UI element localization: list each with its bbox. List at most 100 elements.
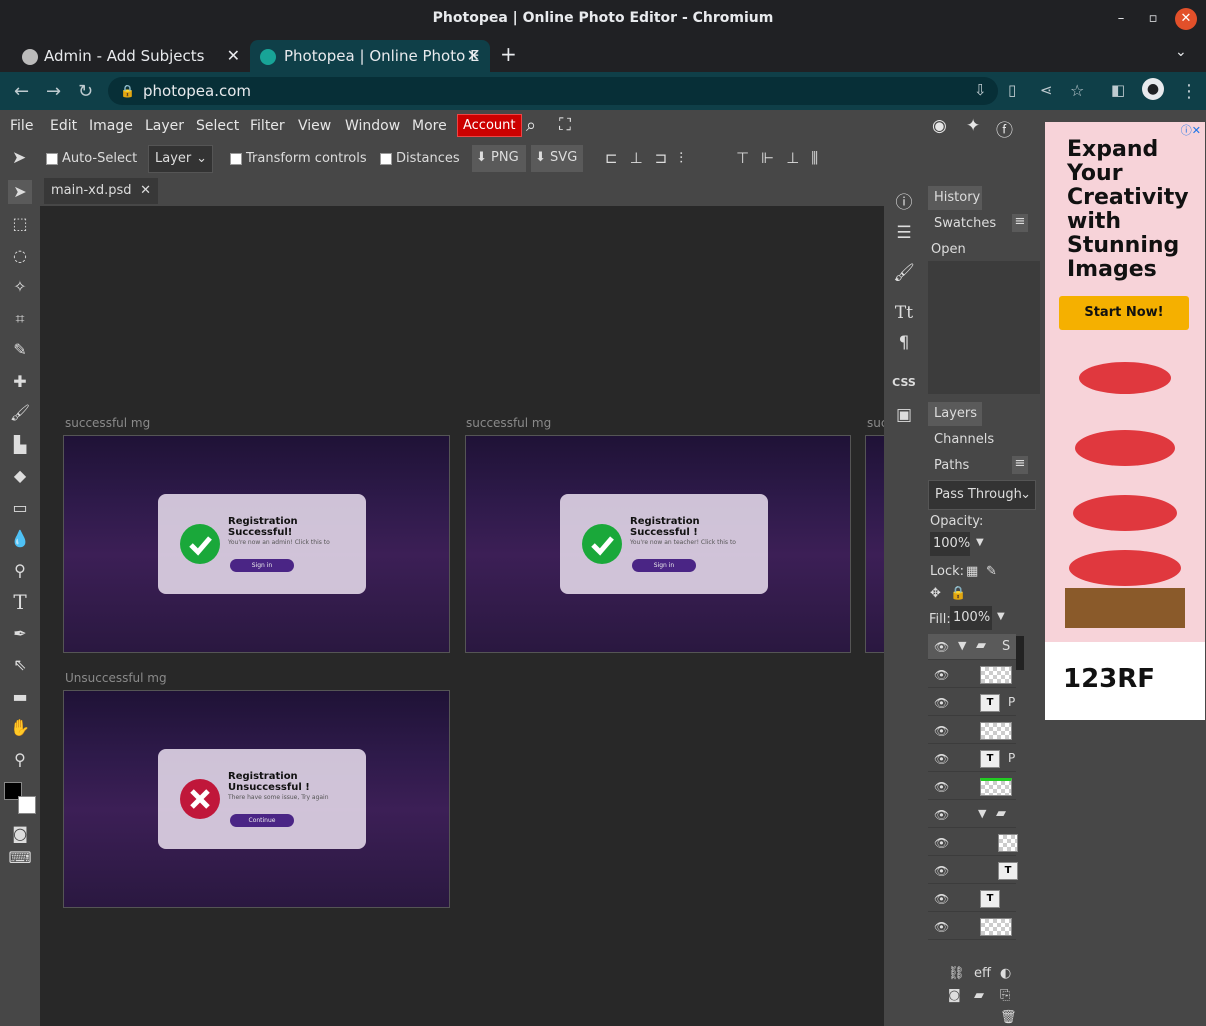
layer-row[interactable]: 👁 [928,662,1016,688]
auto-select-checkbox[interactable] [46,153,58,165]
pen-tool-icon[interactable]: ✒ [8,622,32,646]
search-icon[interactable]: ⌕ [526,115,536,136]
distances-checkbox[interactable] [380,153,392,165]
back-icon[interactable]: ← [14,81,29,102]
lock-all-icon[interactable]: 🔒 [950,586,966,601]
eye-icon[interactable]: 👁 [934,808,949,822]
menu-view[interactable]: View [298,118,331,134]
lock-transparency-icon[interactable]: ▦ [966,564,978,579]
marquee-tool-icon[interactable]: ⬚ [8,212,32,236]
menu-layer[interactable]: Layer [145,118,184,134]
trash-icon[interactable]: 🗑 [1000,1010,1017,1025]
install-icon[interactable]: ⇩ [974,81,987,99]
crop-tool-icon[interactable]: ⌗ [8,307,32,331]
panel-menu-icon[interactable]: ≡ [1012,456,1028,474]
eraser-tool-icon[interactable]: ◆ [8,464,32,488]
fill-dropdown-icon[interactable]: ▼ [997,611,1005,622]
healing-brush-icon[interactable]: ✚ [8,370,32,394]
tab-search-icon[interactable]: ⌄ [1175,44,1187,60]
effects-icon[interactable]: eff [974,966,991,981]
rectangle-tool-icon[interactable]: ▬ [8,685,32,709]
path-select-icon[interactable]: ⇖ [8,653,32,677]
eye-icon[interactable]: 👁 [934,640,949,654]
lasso-tool-icon[interactable]: ◌ [8,244,32,268]
layer-row[interactable]: 👁 [928,914,1016,940]
adjustments-icon[interactable]: ☰ [884,218,924,248]
background-color[interactable] [18,796,36,814]
tab-paths[interactable]: Paths [928,454,1024,478]
move-tool-icon[interactable]: ➤ [8,180,32,204]
quick-mask-icon[interactable]: ◙ [8,822,32,846]
expand-icon[interactable]: ▼ [958,639,966,652]
layer-subgroup[interactable]: 👁 ▼ ▰ [928,802,1016,828]
opacity-field[interactable]: 100% [930,532,970,556]
eye-icon[interactable]: 👁 [934,668,949,682]
url-field[interactable]: 🔒 photopea.com [108,77,998,105]
transform-controls-checkbox[interactable] [230,153,242,165]
expand-icon[interactable]: ▼ [978,807,986,820]
menu-image[interactable]: Image [89,118,133,134]
panel-menu-icon[interactable]: ≡ [1012,214,1028,232]
tab-admin[interactable]: Admin - Add Subjects ✕ [22,40,250,72]
reddit-icon[interactable]: ◉ [932,116,947,136]
blur-tool-icon[interactable]: 💧 [8,527,32,551]
share-icon[interactable]: ⋖ [1040,81,1053,99]
fullscreen-icon[interactable]: ⛶ [559,115,571,135]
stamp-tool-icon[interactable]: ▙ [8,433,32,457]
minimize-icon[interactable]: – [1110,8,1132,30]
brush-tool-icon[interactable]: 🖌 [8,401,32,425]
eye-icon[interactable]: 👁 [934,864,949,878]
export-png-button[interactable]: ⬇ PNG [472,145,526,172]
paragraph-icon[interactable]: ¶ [884,328,924,358]
character-icon[interactable]: Tt [884,298,924,328]
gradient-tool-icon[interactable]: ▭ [8,496,32,520]
export-svg-button[interactable]: ⬇ SVG [531,145,583,172]
layer-row[interactable]: 👁 T P [928,746,1016,772]
menu-file[interactable]: File [10,118,33,134]
advertisement[interactable]: ⓘ✕ Expand Your Creativity with Stunning … [1045,122,1205,720]
side-panel-icon[interactable]: ◧ [1111,81,1125,99]
menu-filter[interactable]: Filter [250,118,285,134]
facebook-icon[interactable]: ⓕ [996,116,1013,141]
ad-cta-button[interactable]: Start Now! [1059,296,1189,330]
keyboard-icon[interactable]: ⌨ [8,846,32,870]
adjustment-layer-icon[interactable]: ◐ [1000,966,1011,981]
layer-row[interactable]: 👁 [928,830,1018,856]
blend-mode-select[interactable]: Pass Through ⌄ [928,480,1036,510]
zoom-tool-icon[interactable]: ⚲ [8,748,32,772]
eye-icon[interactable]: 👁 [934,892,949,906]
layer-group[interactable]: 👁 ▼ ▰ S [928,634,1016,660]
layer-row[interactable]: 👁 [928,718,1016,744]
eye-icon[interactable]: 👁 [934,752,949,766]
menu-window[interactable]: Window [345,118,400,134]
css-icon[interactable]: CSS [884,368,924,398]
align-icons[interactable]: ⊏⊥⊐⫶ [605,149,695,167]
info-icon[interactable]: ⓘ [884,188,924,218]
menu-edit[interactable]: Edit [50,118,77,134]
artboard-success-admin[interactable]: Registration Successful! You're now an a… [63,435,450,653]
eye-icon[interactable]: 👁 [934,724,949,738]
tab-swatches[interactable]: Swatches [928,212,1024,236]
new-layer-icon[interactable]: ⎘ [1000,988,1010,1003]
artboard-success-teacher[interactable]: Registration Successful ! You're now an … [465,435,851,653]
tab-channels[interactable]: Channels [928,428,1024,452]
image-icon[interactable]: ▣ [884,400,924,430]
tab-history[interactable]: History [928,186,982,210]
layer-row[interactable]: 👁 [928,774,1016,800]
fill-field[interactable]: 100% [950,606,992,630]
dodge-tool-icon[interactable]: ⚲ [8,559,32,583]
page-icon[interactable]: ▯ [1008,81,1016,99]
hand-tool-icon[interactable]: ✋ [8,716,32,740]
maximize-icon[interactable]: ▫ [1142,8,1164,30]
eye-icon[interactable]: 👁 [934,780,949,794]
eye-icon[interactable]: 👁 [934,836,949,850]
magic-wand-icon[interactable]: ✧ [8,275,32,299]
link-icon[interactable]: ⛓ [948,966,965,981]
brush-panel-icon[interactable]: 🖌 [884,258,924,288]
artboard-unsuccessful[interactable]: Registration Unsuccessful ! There have s… [63,690,450,908]
close-document-icon[interactable]: ✕ [140,178,151,204]
menu-select[interactable]: Select [196,118,239,134]
history-item[interactable]: Open [928,238,1040,261]
artboard-partial[interactable] [865,435,884,653]
close-tab-icon[interactable]: ✕ [467,40,480,72]
